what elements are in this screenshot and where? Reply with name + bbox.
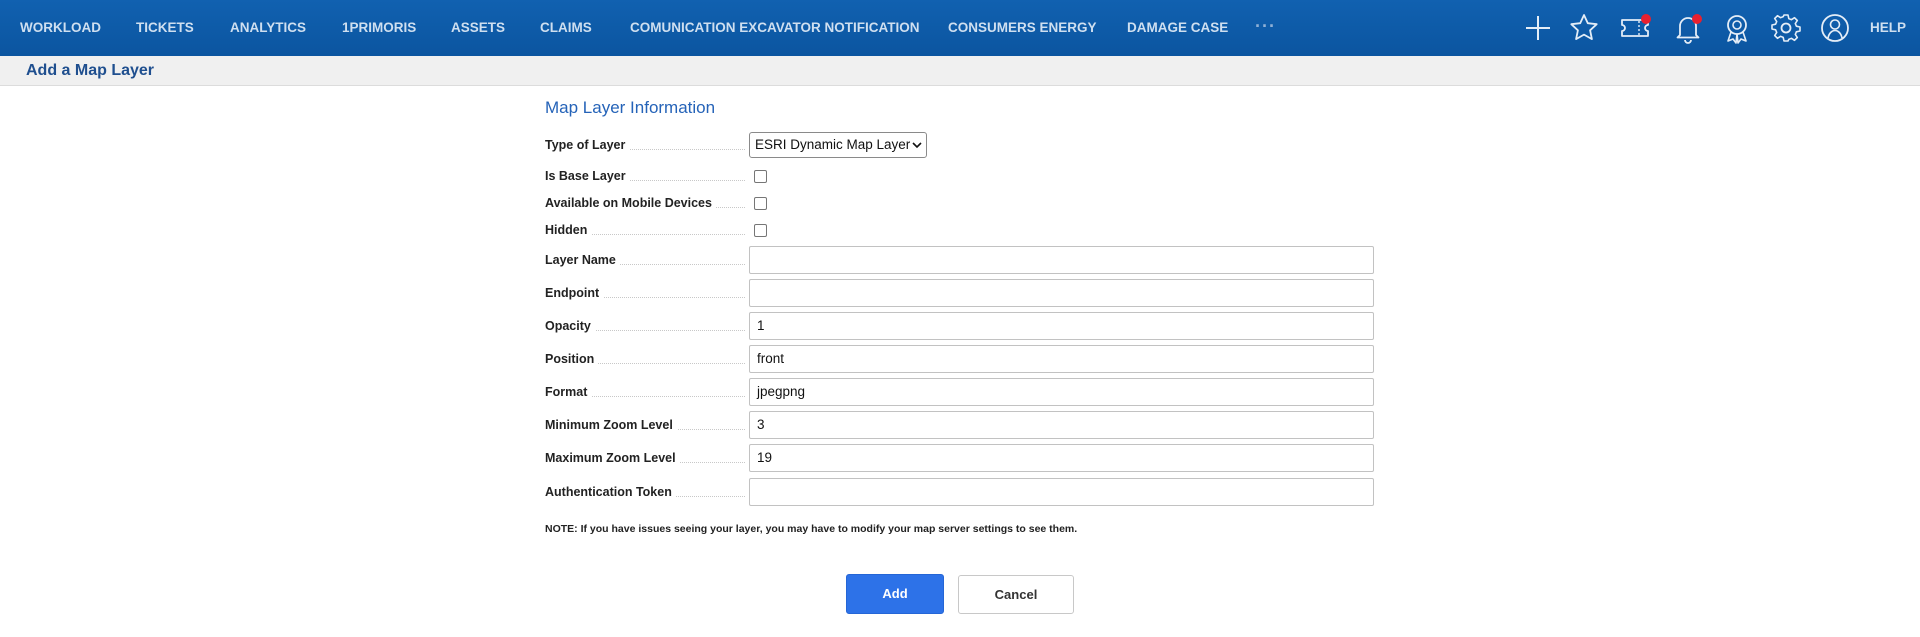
available-mobile-label: Available on Mobile Devices xyxy=(545,196,716,210)
cancel-button[interactable]: Cancel xyxy=(958,575,1074,614)
is-base-layer-checkbox[interactable] xyxy=(754,170,767,183)
nav-item-damage-case[interactable]: DAMAGE CASE xyxy=(1127,0,1228,56)
type-of-layer-select[interactable]: ESRI Dynamic Map Layer xyxy=(749,132,927,158)
chevron-down-icon xyxy=(912,142,922,149)
row-min-zoom: Minimum Zoom Level 3 xyxy=(545,411,1375,439)
format-label: Format xyxy=(545,385,592,399)
hidden-checkbox[interactable] xyxy=(754,224,767,237)
row-opacity: Opacity 1 xyxy=(545,312,1375,340)
nav-item-1primoris[interactable]: 1PRIMORIS xyxy=(342,0,416,56)
layer-name-label: Layer Name xyxy=(545,253,620,267)
ticket-icon[interactable] xyxy=(1619,12,1651,44)
page-header: Add a Map Layer xyxy=(0,56,1920,86)
nav-item-workload[interactable]: WORKLOAD xyxy=(20,0,101,56)
user-icon[interactable] xyxy=(1819,12,1851,44)
page-title: Add a Map Layer xyxy=(26,62,155,79)
auth-token-input[interactable] xyxy=(749,478,1374,506)
layer-name-input[interactable] xyxy=(749,246,1374,274)
is-base-layer-label: Is Base Layer xyxy=(545,169,630,183)
max-zoom-label: Maximum Zoom Level xyxy=(545,451,680,465)
nav-item-analytics[interactable]: ANALYTICS xyxy=(230,0,306,56)
row-endpoint: Endpoint xyxy=(545,279,1375,307)
star-icon[interactable] xyxy=(1568,12,1600,44)
endpoint-label: Endpoint xyxy=(545,286,604,300)
nav-item-tickets[interactable]: TICKETS xyxy=(136,0,194,56)
row-available-mobile: Available on Mobile Devices xyxy=(545,189,1375,217)
row-is-base-layer: Is Base Layer xyxy=(545,162,1375,190)
min-zoom-label: Minimum Zoom Level xyxy=(545,418,677,432)
gear-icon[interactable] xyxy=(1770,12,1802,44)
endpoint-input[interactable] xyxy=(749,279,1374,307)
auth-token-label: Authentication Token xyxy=(545,485,676,499)
max-zoom-input[interactable]: 19 xyxy=(749,444,1374,472)
row-type-of-layer: Type of Layer ESRI Dynamic Map Layer xyxy=(545,131,1375,159)
row-max-zoom: Maximum Zoom Level 19 xyxy=(545,444,1375,472)
form-note: NOTE: If you have issues seeing your lay… xyxy=(545,523,1078,535)
nav-item-assets[interactable]: ASSETS xyxy=(451,0,505,56)
notification-badge xyxy=(1641,14,1651,24)
row-hidden: Hidden xyxy=(545,216,1375,244)
nav-item-comunication-excavator-notification[interactable]: COMUNICATION EXCAVATOR NOTIFICATION xyxy=(630,0,920,56)
row-format: Format jpegpng xyxy=(545,378,1375,406)
nav-item-claims[interactable]: CLAIMS xyxy=(540,0,592,56)
type-of-layer-value: ESRI Dynamic Map Layer xyxy=(755,137,911,152)
award-icon[interactable] xyxy=(1721,12,1753,44)
nav-item-consumers-energy[interactable]: CONSUMERS ENERGY xyxy=(948,0,1097,56)
opacity-input[interactable]: 1 xyxy=(749,312,1374,340)
top-navigation-bar: WORKLOAD TICKETS ANALYTICS 1PRIMORIS ASS… xyxy=(0,0,1920,56)
position-input[interactable]: front xyxy=(749,345,1374,373)
opacity-label: Opacity xyxy=(545,319,595,333)
nav-more-button[interactable]: ··· xyxy=(1255,0,1276,56)
type-of-layer-label: Type of Layer xyxy=(545,138,630,152)
row-position: Position front xyxy=(545,345,1375,373)
bell-icon[interactable] xyxy=(1672,12,1704,44)
min-zoom-input[interactable]: 3 xyxy=(749,411,1374,439)
notification-badge xyxy=(1692,14,1702,24)
hidden-label: Hidden xyxy=(545,223,592,237)
row-layer-name: Layer Name xyxy=(545,246,1375,274)
plus-icon[interactable] xyxy=(1522,12,1554,44)
add-button[interactable]: Add xyxy=(846,574,944,614)
row-auth-token: Authentication Token xyxy=(545,478,1375,506)
format-input[interactable]: jpegpng xyxy=(749,378,1374,406)
help-link[interactable]: HELP xyxy=(1870,0,1906,56)
available-mobile-checkbox[interactable] xyxy=(754,197,767,210)
position-label: Position xyxy=(545,352,599,366)
section-title: Map Layer Information xyxy=(545,98,716,117)
